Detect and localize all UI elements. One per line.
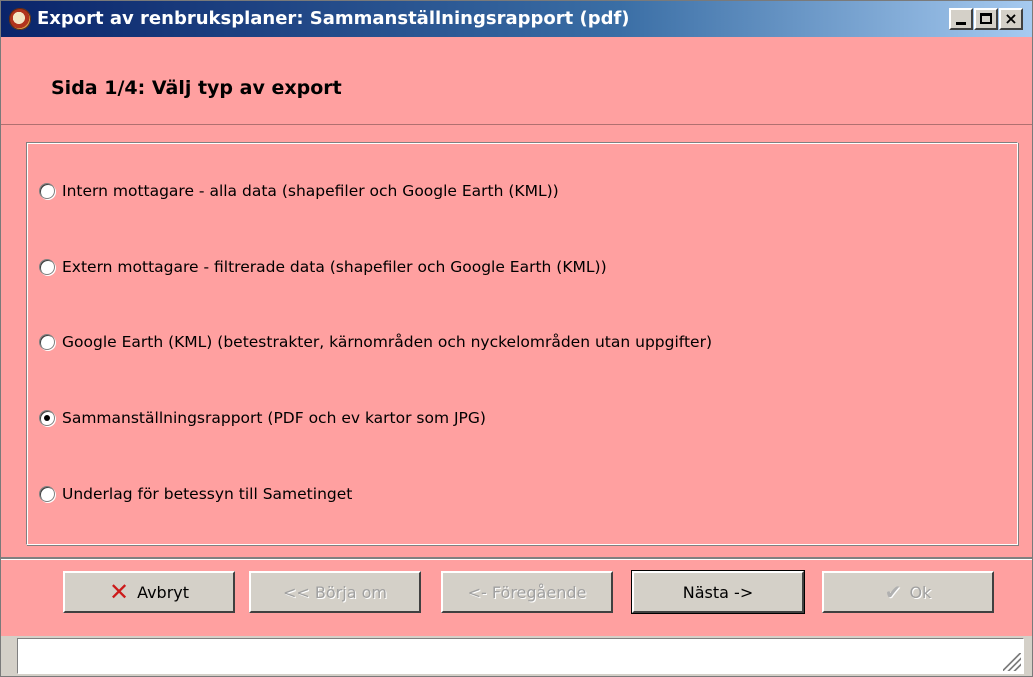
radio-label: Underlag för betessyn till Sametinget	[62, 485, 353, 503]
maximize-button[interactable]	[974, 8, 998, 30]
export-dialog-window: Export av renbruksplaner: Sammanställnin…	[0, 0, 1033, 677]
previous-label: <- Föregående	[467, 582, 587, 602]
page-title: Sida 1/4: Välj typ av export	[51, 77, 342, 99]
radio-option-extern[interactable]: Extern mottagare - filtrerade data (shap…	[39, 255, 607, 279]
radio-button[interactable]	[39, 334, 55, 350]
next-label: Nästa ->	[682, 582, 754, 602]
ok-button[interactable]: ✔ Ok	[822, 571, 994, 613]
minimize-icon	[956, 22, 966, 25]
close-icon: ×	[1004, 9, 1018, 28]
maximize-icon	[980, 13, 992, 24]
title-bar[interactable]: Export av renbruksplaner: Sammanställnin…	[1, 1, 1032, 37]
radio-button-selected[interactable]	[39, 410, 55, 426]
radio-option-intern[interactable]: Intern mottagare - alla data (shapefiler…	[39, 179, 559, 203]
radio-button[interactable]	[39, 259, 55, 275]
app-icon[interactable]	[9, 8, 31, 30]
restart-label: << Börja om	[283, 582, 387, 602]
restart-button[interactable]: << Börja om	[249, 571, 421, 613]
cancel-label: Avbryt	[137, 582, 190, 602]
radio-label: Extern mottagare - filtrerade data (shap…	[62, 258, 607, 276]
previous-button[interactable]: <- Föregående	[441, 571, 613, 613]
radio-label: Sammanställningsrapport (PDF och ev kart…	[62, 409, 486, 427]
radio-button[interactable]	[39, 486, 55, 502]
radio-option-sammanstallning[interactable]: Sammanställningsrapport (PDF och ev kart…	[39, 406, 486, 430]
resize-grip-icon[interactable]	[1003, 653, 1021, 671]
ok-label: Ok	[909, 582, 932, 602]
red-x-icon: ✕	[108, 578, 130, 606]
checkmark-icon: ✔	[884, 580, 902, 604]
close-button[interactable]: ×	[999, 8, 1023, 30]
radio-option-google-earth[interactable]: Google Earth (KML) (betestrakter, kärnom…	[39, 330, 712, 354]
status-bar	[17, 638, 1024, 674]
wizard-header: Sida 1/4: Välj typ av export	[1, 37, 1032, 125]
cancel-button[interactable]: ✕ Avbryt	[63, 571, 235, 613]
next-button[interactable]: Nästa ->	[631, 570, 805, 614]
window-title: Export av renbruksplaner: Sammanställnin…	[37, 8, 630, 29]
wizard-footer: ✕ Avbryt << Börja om <- Föregående Nästa…	[1, 560, 1032, 636]
radio-label: Google Earth (KML) (betestrakter, kärnom…	[62, 333, 712, 351]
radio-label: Intern mottagare - alla data (shapefiler…	[62, 182, 559, 200]
radio-option-betessyn[interactable]: Underlag för betessyn till Sametinget	[39, 482, 352, 506]
wizard-content: Intern mottagare - alla data (shapefiler…	[1, 125, 1032, 557]
radio-button[interactable]	[39, 183, 55, 199]
minimize-button[interactable]	[949, 8, 973, 30]
